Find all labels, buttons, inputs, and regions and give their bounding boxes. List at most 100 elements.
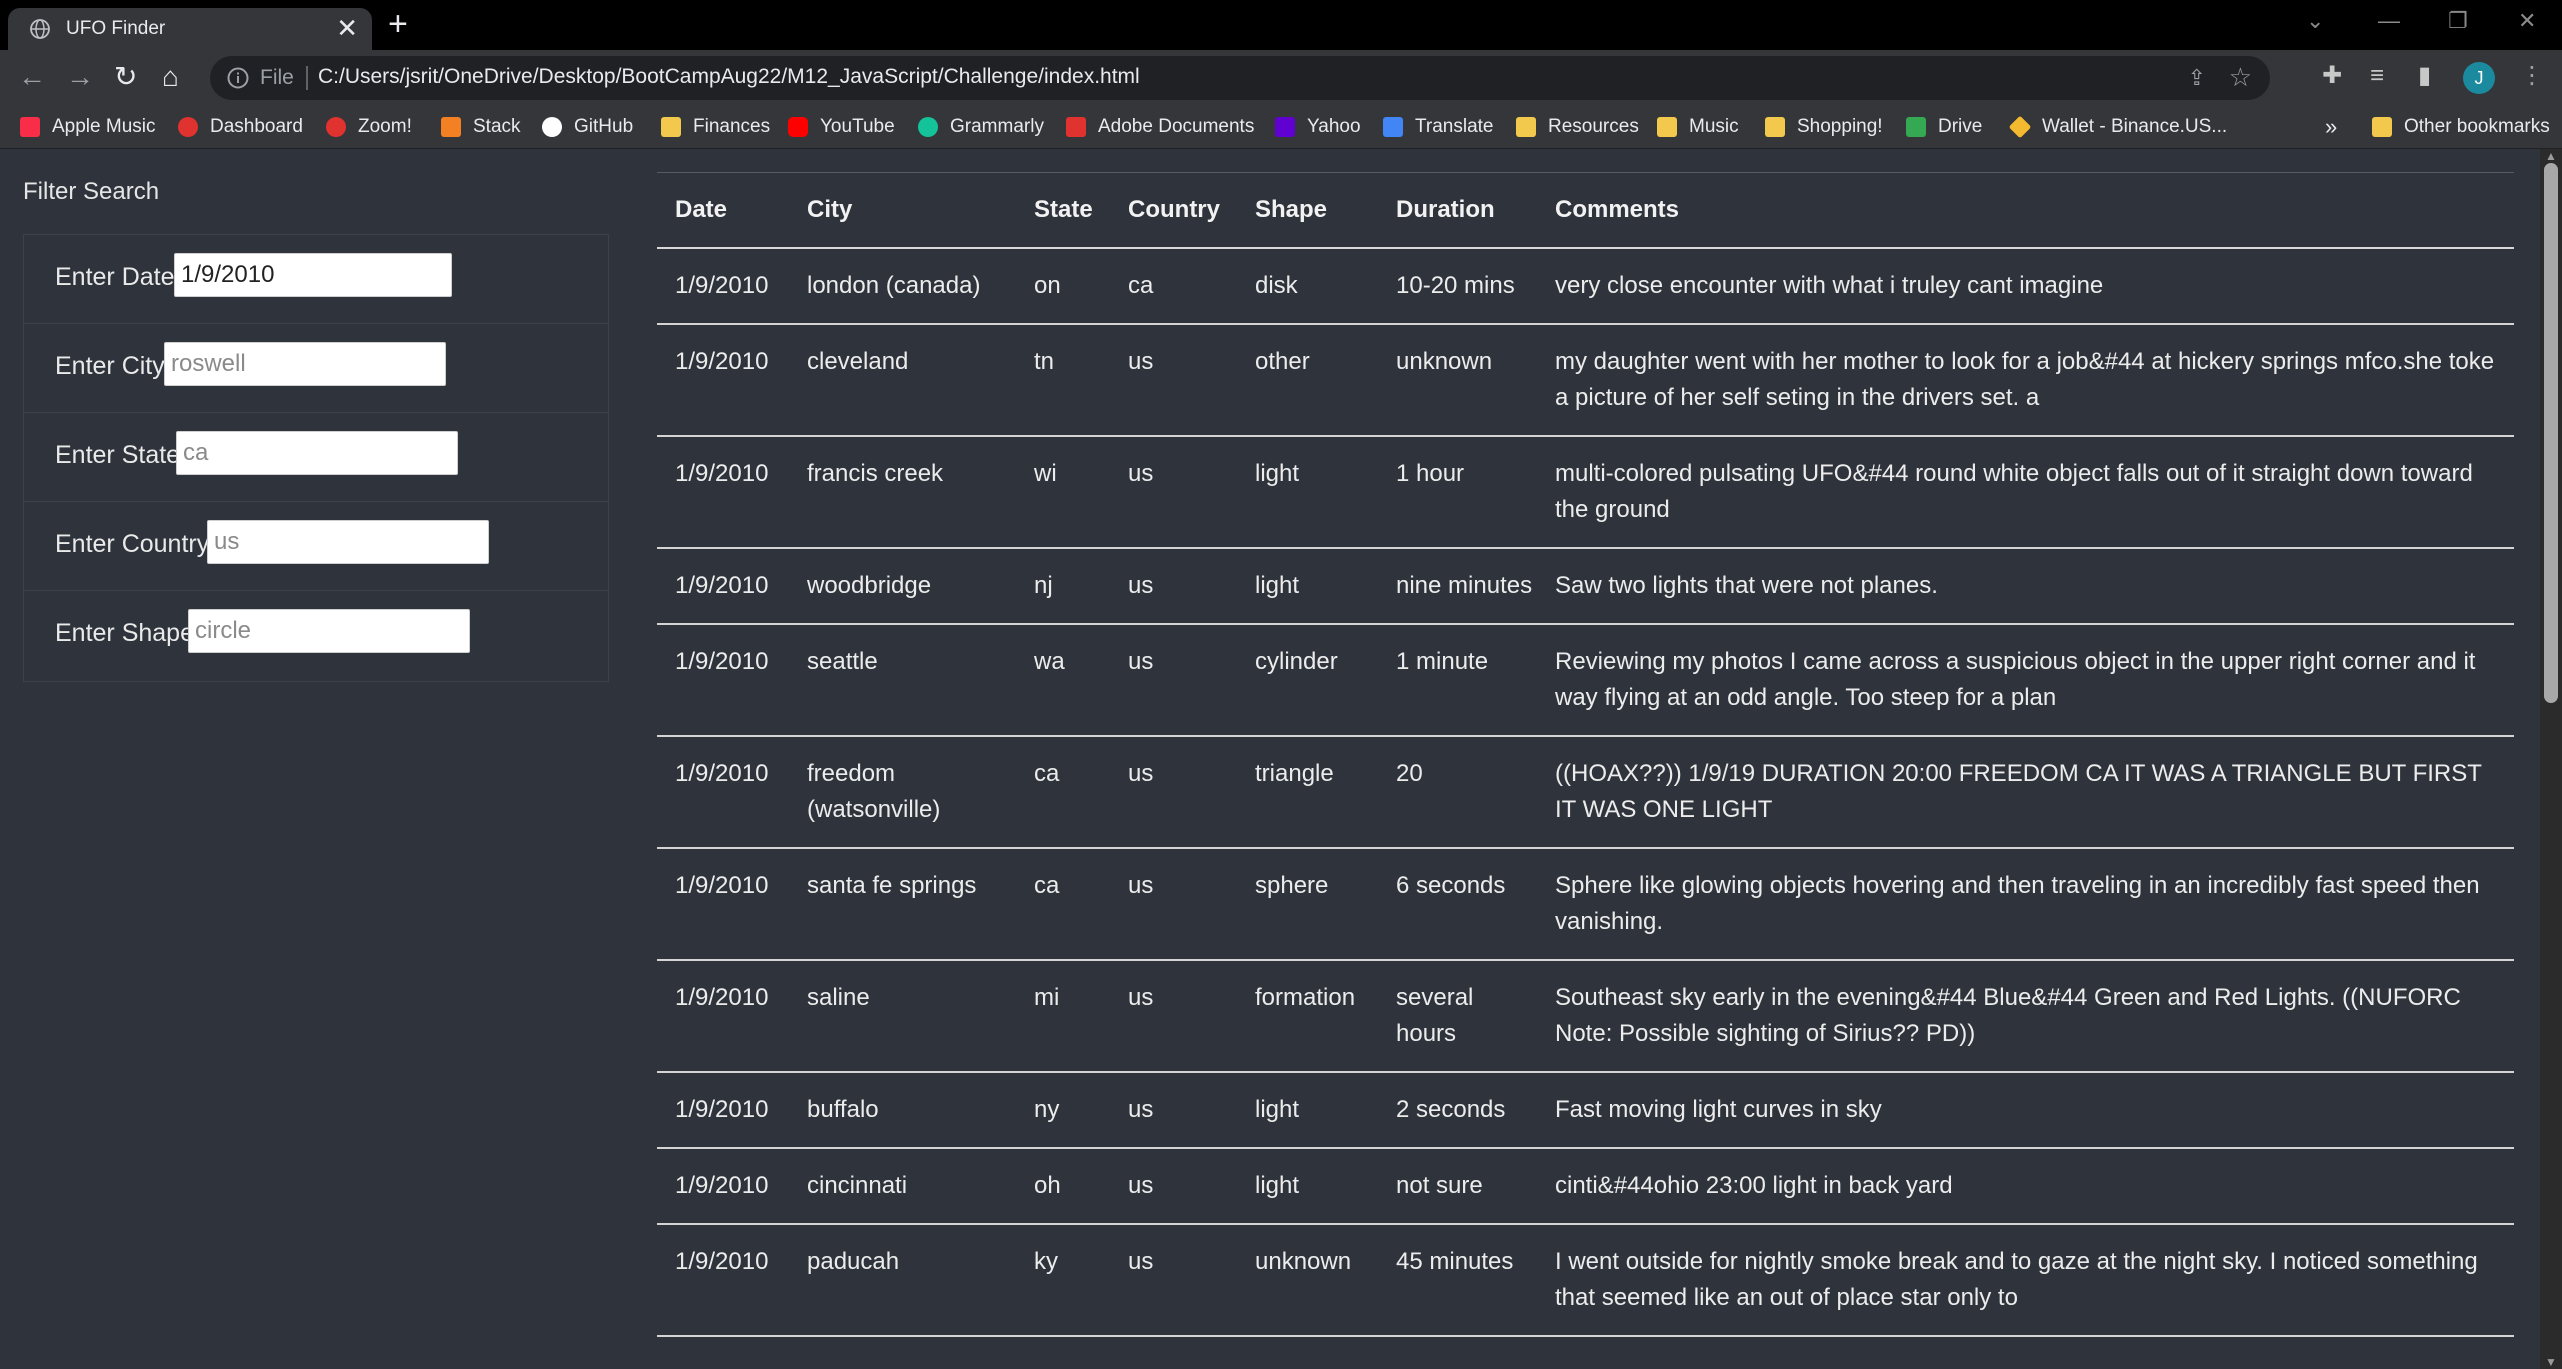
back-icon[interactable]: ← bbox=[18, 62, 46, 92]
bookmark-binance-wallet[interactable]: Wallet - Binance.US... bbox=[2008, 115, 2227, 139]
cell-country: us bbox=[1110, 1072, 1237, 1149]
bookmark-label: Zoom! bbox=[358, 116, 412, 137]
cell-shape: disk bbox=[1237, 248, 1378, 325]
cell-city: freedom (watsonville) bbox=[789, 736, 1016, 849]
bookmark-resources[interactable]: Resources bbox=[1516, 115, 1639, 139]
bookmarks-overflow-icon[interactable]: » bbox=[2325, 114, 2337, 139]
cell-state: ca bbox=[1016, 736, 1110, 849]
cell-duration: 1 hour bbox=[1378, 436, 1537, 549]
cell-date: 1/9/2010 bbox=[657, 624, 789, 737]
bookmark-label: Apple Music bbox=[52, 116, 156, 137]
date-input[interactable] bbox=[174, 253, 452, 297]
bookmark-github[interactable]: GitHub bbox=[542, 115, 633, 139]
side-panel-icon[interactable]: ▮ bbox=[2418, 63, 2431, 89]
reload-icon[interactable]: ↻ bbox=[114, 62, 137, 92]
bookmark-stack[interactable]: Stack bbox=[441, 115, 521, 139]
bookmark-label: Finances bbox=[693, 116, 771, 137]
url-text[interactable]: C:/Users/jsrit/OneDrive/Desktop/BootCamp… bbox=[318, 65, 1140, 89]
cell-shape: formation bbox=[1237, 960, 1378, 1073]
cell-duration: 2 seconds bbox=[1378, 1072, 1537, 1149]
scroll-up-icon[interactable]: ▲ bbox=[2545, 149, 2557, 163]
bookmark-apple-music[interactable]: Apple Music bbox=[20, 115, 156, 139]
scroll-down-icon[interactable]: ▼ bbox=[2545, 1355, 2557, 1369]
cell-duration: 6 seconds bbox=[1378, 848, 1537, 961]
cell-duration: nine minutes bbox=[1378, 548, 1537, 625]
address-bar[interactable]: File C:/Users/jsrit/OneDrive/Desktop/Boo… bbox=[210, 56, 2270, 100]
cell-date: 1/9/2010 bbox=[657, 324, 789, 437]
bookmark-translate[interactable]: Translate bbox=[1383, 115, 1494, 139]
restore-icon[interactable]: ❐ bbox=[2448, 8, 2468, 34]
cell-comments: very close encounter with what i truley … bbox=[1537, 248, 2514, 325]
cell-city: saline bbox=[789, 960, 1016, 1073]
filter-row-shape: Enter Shape bbox=[24, 591, 608, 680]
cell-comments: my daughter went with her mother to look… bbox=[1537, 324, 2514, 437]
shape-input[interactable] bbox=[188, 609, 470, 653]
scrollbar-thumb[interactable] bbox=[2544, 163, 2558, 703]
cell-state: tn bbox=[1016, 324, 1110, 437]
extensions-icon[interactable]: ✚ bbox=[2322, 63, 2342, 89]
table-row: 1/9/2010 cleveland tn us other unknown my daug… bbox=[657, 324, 2514, 437]
binance-icon bbox=[2008, 115, 2032, 139]
media-icon[interactable]: ≡ bbox=[2370, 63, 2384, 89]
cell-shape: light bbox=[1237, 548, 1378, 625]
cell-comments: I went outside for nightly smoke break a… bbox=[1537, 1224, 2514, 1337]
bookmark-label: Dashboard bbox=[210, 116, 303, 137]
other-bookmarks[interactable]: Other bookmarks bbox=[2372, 115, 2550, 139]
city-input[interactable] bbox=[164, 342, 446, 386]
new-tab-button[interactable]: + bbox=[388, 6, 408, 42]
tab-search-icon[interactable]: ⌄ bbox=[2306, 8, 2324, 34]
close-tab-icon[interactable]: ✕ bbox=[336, 14, 358, 42]
cell-comments: Reviewing my photos I came across a susp… bbox=[1537, 624, 2514, 737]
ufo-sightings-table: Date City State Country Shape Duration Comment… bbox=[657, 172, 2514, 1337]
tab-title: UFO Finder bbox=[66, 18, 166, 39]
folder-icon bbox=[2372, 117, 2392, 137]
cell-date: 1/9/2010 bbox=[657, 548, 789, 625]
forward-icon[interactable]: → bbox=[66, 62, 94, 92]
bookmark-zoom[interactable]: Zoom! bbox=[326, 115, 412, 139]
home-icon[interactable]: ⌂ bbox=[162, 62, 179, 92]
bookmark-youtube[interactable]: YouTube bbox=[788, 115, 895, 139]
country-input[interactable] bbox=[207, 520, 489, 564]
cell-state: ky bbox=[1016, 1224, 1110, 1337]
cell-comments: ((HOAX??)) 1/9/19 DURATION 20:00 FREEDOM… bbox=[1537, 736, 2514, 849]
bookmark-adobe[interactable]: Adobe Documents bbox=[1066, 115, 1254, 139]
cell-state: ca bbox=[1016, 848, 1110, 961]
profile-avatar[interactable]: J bbox=[2463, 62, 2495, 94]
table-row: 1/9/2010 london (canada) on ca disk 10-20 min… bbox=[657, 248, 2514, 325]
browser-toolbar: ← → ↻ ⌂ File C:/Users/jsrit/OneDrive/Des… bbox=[0, 50, 2562, 106]
more-menu-icon[interactable]: ⋮ bbox=[2520, 63, 2544, 89]
bookmark-star-icon[interactable]: ☆ bbox=[2229, 62, 2252, 93]
bookmark-music[interactable]: Music bbox=[1657, 115, 1739, 139]
bookmark-grammarly[interactable]: Grammarly bbox=[918, 115, 1044, 139]
info-icon[interactable] bbox=[226, 66, 250, 90]
cell-city: woodbridge bbox=[789, 548, 1016, 625]
bookmark-label: Shopping! bbox=[1797, 116, 1883, 137]
table-row: 1/9/2010 saline mi us formation several hours… bbox=[657, 960, 2514, 1073]
bookmark-finances[interactable]: Finances bbox=[661, 115, 770, 139]
bookmark-shopping[interactable]: Shopping! bbox=[1765, 115, 1883, 139]
page-scrollbar[interactable]: ▲ ▼ bbox=[2540, 149, 2562, 1369]
cell-shape: other bbox=[1237, 324, 1378, 437]
table-body: 1/9/2010 london (canada) on ca disk 10-20 min… bbox=[657, 248, 2514, 1337]
cell-state: on bbox=[1016, 248, 1110, 325]
cell-state: ny bbox=[1016, 1072, 1110, 1149]
column-header-shape: Shape bbox=[1237, 172, 1378, 249]
share-icon[interactable]: ⇪ bbox=[2188, 65, 2206, 91]
cell-date: 1/9/2010 bbox=[657, 436, 789, 549]
bookmark-label: Grammarly bbox=[950, 116, 1044, 137]
cell-comments: Fast moving light curves in sky bbox=[1537, 1072, 2514, 1149]
cell-date: 1/9/2010 bbox=[657, 848, 789, 961]
filter-row-country: Enter Country bbox=[24, 502, 608, 591]
close-window-icon[interactable]: ✕ bbox=[2518, 8, 2536, 34]
bookmark-dashboard[interactable]: Dashboard bbox=[178, 115, 303, 139]
adobe-icon bbox=[1066, 117, 1086, 137]
bookmark-drive[interactable]: Drive bbox=[1906, 115, 1982, 139]
cell-shape: unknown bbox=[1237, 1224, 1378, 1337]
globe-icon bbox=[30, 19, 50, 39]
state-input[interactable] bbox=[176, 431, 458, 475]
browser-tab[interactable]: UFO Finder ✕ bbox=[8, 8, 372, 50]
cell-city: santa fe springs bbox=[789, 848, 1016, 961]
bookmark-yahoo[interactable]: Yahoo bbox=[1275, 115, 1361, 139]
minimize-icon[interactable]: — bbox=[2378, 8, 2400, 34]
column-header-city: City bbox=[789, 172, 1016, 249]
